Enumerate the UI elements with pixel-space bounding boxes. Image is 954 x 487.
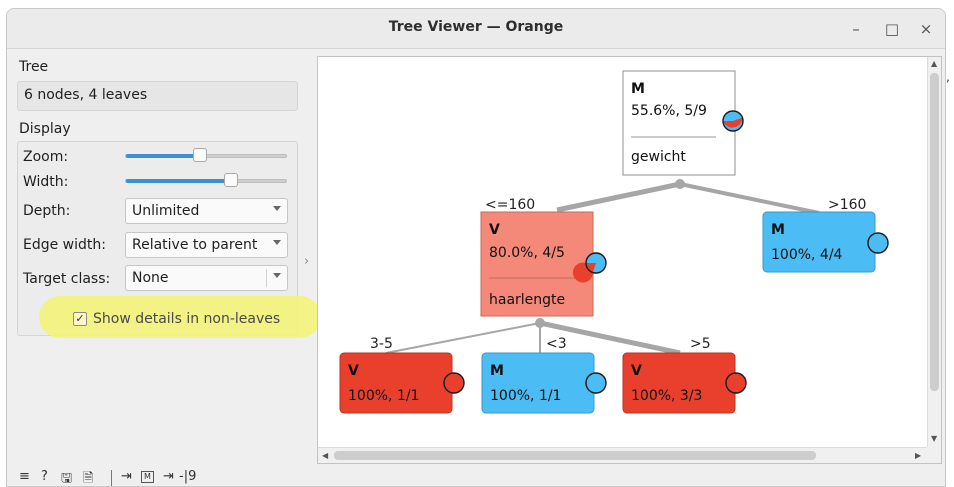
chevron-down-icon xyxy=(273,273,281,278)
minimize-button[interactable]: – xyxy=(845,19,867,39)
show-details-checkbox[interactable]: ✓ xyxy=(73,312,87,326)
status-bar: ≡ ? 🖫 🗎 ⇥ M ⇥ -|9 xyxy=(7,467,945,486)
scroll-right-icon[interactable]: ▶ xyxy=(915,451,921,460)
edge-label-3-5: 3-5 xyxy=(370,336,393,352)
zoom-slider[interactable] xyxy=(125,148,287,162)
menu-icon[interactable]: ≡ xyxy=(19,469,30,484)
tree-info-box: 6 nodes, 4 leaves xyxy=(17,81,298,111)
edge-label-gt5: >5 xyxy=(690,336,711,352)
node-stats: 100%, 3/3 xyxy=(631,388,702,404)
tree-viewer-window: Tree Viewer — Orange – □ × Tree 6 nodes,… xyxy=(6,8,946,487)
input-signal-badge: M xyxy=(141,471,154,483)
width-slider-fill xyxy=(126,179,231,183)
vertical-scrollbar[interactable]: ▲ ▼ xyxy=(927,57,941,449)
edge-root-le160 xyxy=(556,181,681,213)
node-class: V xyxy=(348,363,359,379)
edge-le160-3-5 xyxy=(385,322,541,354)
tree-node-gt5[interactable]: V 100%, 3/3 xyxy=(622,352,747,414)
edge-label-le160: <=160 xyxy=(485,197,535,213)
output-summary: -|9 xyxy=(179,469,197,484)
distribution-pie-icon xyxy=(585,372,607,394)
node-split-attribute: gewicht xyxy=(631,149,686,165)
vertical-scroll-thumb[interactable] xyxy=(930,73,939,391)
combo-separator xyxy=(266,269,267,287)
tree-node-gt160[interactable]: M 100%, 4/4 xyxy=(762,211,889,273)
tree-canvas[interactable]: <=160 >160 3-5 <3 >5 M 55.6%, 5/9 gewich… xyxy=(317,56,942,464)
display-section-heading: Display xyxy=(19,121,71,137)
help-icon[interactable]: ? xyxy=(41,469,48,484)
node-class: V xyxy=(489,222,500,238)
width-slider[interactable] xyxy=(125,173,287,187)
tree-node-root[interactable]: M 55.6%, 5/9 gewicht xyxy=(622,70,744,176)
node-class: M xyxy=(490,363,504,379)
splitter-handle[interactable]: › xyxy=(304,254,309,269)
node-class: V xyxy=(631,363,642,379)
depth-label: Depth: xyxy=(23,203,71,219)
edge-root-gt160 xyxy=(679,182,820,215)
scroll-corner xyxy=(927,447,941,463)
target-class-label: Target class: xyxy=(23,271,111,287)
edge-width-value: Relative to parent xyxy=(132,237,258,253)
save-icon[interactable]: 🖫 xyxy=(61,469,72,486)
target-class-combo[interactable]: None xyxy=(125,265,288,291)
output-icon[interactable]: ⇥ xyxy=(163,469,174,484)
target-class-value: None xyxy=(132,270,169,286)
node-stats: 100%, 4/4 xyxy=(771,247,843,263)
close-button[interactable]: × xyxy=(915,19,937,39)
node-stats: 100%, 1/1 xyxy=(490,388,561,404)
split-dot xyxy=(675,179,685,189)
status-divider xyxy=(111,470,112,486)
show-details-label[interactable]: Show details in non-leaves xyxy=(93,311,280,327)
report-icon[interactable]: 🗎 xyxy=(83,469,93,486)
node-class: M xyxy=(631,81,645,97)
distribution-pie-icon xyxy=(725,372,747,394)
edge-label-lt3: <3 xyxy=(546,336,567,352)
tree-node-lt3[interactable]: M 100%, 1/1 xyxy=(481,352,607,414)
chevron-down-icon xyxy=(273,206,281,211)
edge-label-gt160: >160 xyxy=(828,197,866,213)
width-label: Width: xyxy=(23,174,69,190)
chevron-down-icon xyxy=(273,240,281,245)
window-title: Tree Viewer — Orange xyxy=(388,19,564,35)
scroll-up-icon[interactable]: ▲ xyxy=(931,59,937,68)
distribution-pie-icon xyxy=(867,232,889,254)
tree-summary: 6 nodes, 4 leaves xyxy=(24,87,148,103)
zoom-label: Zoom: xyxy=(23,149,69,165)
depth-value: Unlimited xyxy=(132,203,200,219)
tree-node-3-5[interactable]: V 100%, 1/1 xyxy=(339,352,465,414)
tree-node-le160[interactable]: V 80.0%, 4/5 haarlengte xyxy=(480,211,607,317)
horizontal-scrollbar[interactable]: ◀ ▶ xyxy=(318,447,929,463)
node-split-attribute: haarlengte xyxy=(489,292,565,308)
node-stats: 55.6%, 5/9 xyxy=(631,103,707,119)
edge-width-label: Edge width: xyxy=(23,237,106,253)
node-stats: 100%, 1/1 xyxy=(348,388,419,404)
distribution-pie-icon xyxy=(443,372,465,394)
tree-graph: <=160 >160 3-5 <3 >5 M 55.6%, 5/9 gewich… xyxy=(339,70,889,414)
maximize-button[interactable]: □ xyxy=(881,19,903,39)
distribution-pie-icon xyxy=(722,110,744,132)
zoom-slider-fill xyxy=(126,154,200,158)
depth-combo[interactable]: Unlimited xyxy=(125,198,288,224)
node-stats: 80.0%, 4/5 xyxy=(489,245,565,261)
edge-mark: ‚ xyxy=(946,70,950,84)
width-slider-handle[interactable] xyxy=(224,173,238,187)
scroll-left-icon[interactable]: ◀ xyxy=(322,451,328,460)
node-class: M xyxy=(771,222,785,238)
input-icon[interactable]: ⇥ xyxy=(121,469,132,484)
split-dot xyxy=(535,318,545,328)
horizontal-scroll-thumb[interactable] xyxy=(334,451,816,460)
tree-section-heading: Tree xyxy=(19,59,49,75)
scroll-down-icon[interactable]: ▼ xyxy=(931,434,937,443)
title-bar: Tree Viewer — Orange – □ × xyxy=(7,9,945,49)
edge-width-combo[interactable]: Relative to parent xyxy=(125,232,288,258)
zoom-slider-handle[interactable] xyxy=(193,148,207,162)
